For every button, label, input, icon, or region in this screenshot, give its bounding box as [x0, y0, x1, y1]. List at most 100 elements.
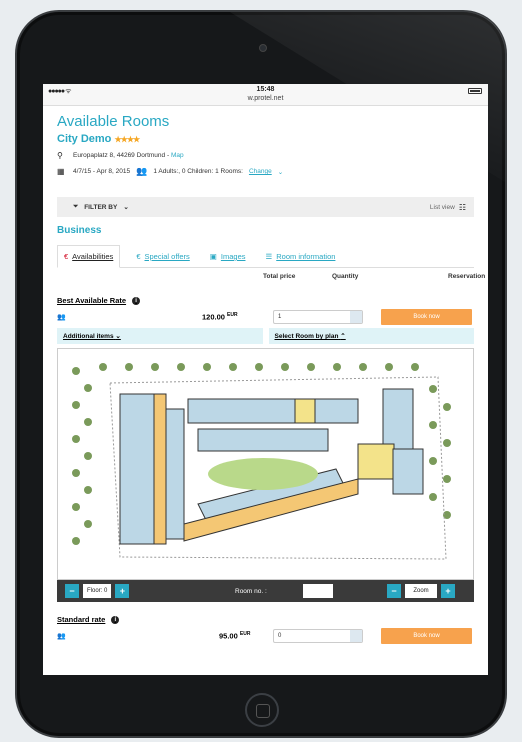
main-content: Available Rooms City Demo ★★★★ ⚲ Europap…	[43, 113, 488, 645]
rate-name: Best Available Rate	[57, 296, 127, 305]
rate-row: 👥 120.00 EUR 1 Book now	[57, 308, 474, 326]
tree-icon	[385, 363, 393, 371]
tab-availabilities[interactable]: € Availabilities	[57, 245, 121, 268]
book-now-button[interactable]: Book now	[381, 628, 472, 644]
book-now-button[interactable]: Book now	[381, 309, 472, 325]
info-icon[interactable]: i	[132, 296, 141, 305]
hotel-name-text: City Demo	[57, 133, 112, 145]
tree-icon	[443, 475, 451, 483]
tree-icon	[203, 363, 211, 371]
tree-icon	[72, 469, 80, 477]
tab-special-offers[interactable]: € Special offers	[132, 252, 193, 267]
star-rating: ★★★★	[114, 135, 140, 144]
screen: ●●●●● ᯤ 15:48 w.protel.net Available Roo…	[43, 84, 488, 675]
tree-icon	[84, 418, 92, 426]
chevron-down-icon: ⌄	[115, 333, 121, 340]
price-value: 120.00	[202, 312, 225, 322]
list-icon: ☰	[265, 252, 273, 261]
tab-label: Room information	[276, 252, 336, 261]
zoom-plus-button[interactable]: +	[441, 584, 455, 598]
page-title: Available Rooms	[57, 113, 170, 130]
tree-icon	[72, 367, 80, 375]
tab-label: Images	[220, 252, 246, 261]
guests-text: 1 Adults:, 0 Children: 1 Rooms:	[153, 168, 243, 175]
additional-label: Additional items	[63, 333, 114, 340]
euro-icon: €	[64, 252, 69, 261]
dates-text: 4/7/15 - Apr 8, 2015	[73, 168, 131, 175]
tree-icon	[72, 435, 80, 443]
tree-icon	[443, 439, 451, 447]
tree-icon	[359, 363, 367, 371]
zoom-minus-button[interactable]: −	[387, 584, 401, 598]
tab-images[interactable]: ▣ Images	[206, 252, 250, 267]
expanders: Additional items ⌄ Select Room by plan ⌃	[57, 328, 474, 344]
dates-row: ▦ 4/7/15 - Apr 8, 2015 👥 1 Adults:, 0 Ch…	[57, 166, 474, 177]
list-icon: ☷	[458, 202, 466, 212]
map-link[interactable]: Map	[171, 152, 184, 159]
list-view-toggle[interactable]: List view ☷	[430, 203, 466, 212]
tabs: € Availabilities € Special offers ▣ Images …	[57, 245, 474, 268]
tab-label: Special offers	[144, 252, 190, 261]
tree-icon	[84, 452, 92, 460]
tree-icon	[151, 363, 159, 371]
address-row: ⚲ Europaplatz 8, 44269 Dortmund - Map	[57, 151, 474, 160]
rate-title: Best Available Rate i	[57, 296, 474, 305]
tree-icon	[99, 363, 107, 371]
chevron-up-icon: ⌃	[340, 333, 346, 340]
tree-icon	[125, 363, 133, 371]
url-bar[interactable]: w.protel.net	[43, 95, 488, 102]
additional-items-toggle[interactable]: Additional items ⌄	[57, 328, 263, 344]
section-title: Business	[57, 225, 102, 236]
filter-bar: ⏷ FILTER BY ⌄ List view ☷	[57, 197, 474, 217]
tree-icon	[72, 503, 80, 511]
tree-icon	[72, 401, 80, 409]
quantity-select[interactable]: 0	[273, 629, 363, 643]
status-time: 15:48	[256, 86, 275, 93]
tree-icon	[255, 363, 263, 371]
tab-room-information[interactable]: ☰ Room information	[262, 252, 340, 267]
home-button[interactable]	[245, 693, 279, 727]
info-icon[interactable]: i	[111, 615, 120, 624]
select-room-label: Select Room by plan	[274, 333, 339, 340]
header-quantity: Quantity	[332, 273, 359, 280]
tree-icon	[411, 363, 419, 371]
zoom-label: Zoom	[405, 584, 437, 598]
guests-icon: 👥	[136, 166, 148, 176]
tree-icon	[84, 486, 92, 494]
floor-plan[interactable]	[57, 348, 474, 580]
zoom-group: − Zoom +	[387, 584, 455, 598]
room-no-label: Room no. :	[235, 587, 267, 595]
floor-value: Floor: 0	[83, 584, 112, 598]
camera-icon: ▣	[209, 252, 217, 261]
euro-icon: €	[136, 252, 141, 261]
hotel-name: City Demo ★★★★	[57, 133, 474, 145]
currency: EUR	[227, 312, 238, 319]
tree-icon	[429, 421, 437, 429]
tree-icon	[84, 520, 92, 528]
filter-by-button[interactable]: ⏷ FILTER BY ⌄	[73, 203, 129, 211]
person-icon: 👥	[57, 633, 66, 640]
tree-icon	[333, 363, 341, 371]
tree-icon	[429, 493, 437, 501]
room-no-input[interactable]	[303, 584, 333, 598]
select-room-toggle[interactable]: Select Room by plan ⌃	[268, 328, 474, 344]
change-link[interactable]: Change	[249, 168, 272, 175]
chevron-down-icon[interactable]: ⌄	[278, 168, 283, 176]
location-pin-icon: ⚲	[57, 151, 63, 160]
quantity-select[interactable]: 1	[273, 310, 363, 324]
camera-icon	[259, 44, 267, 52]
filter-label: FILTER BY	[84, 203, 118, 211]
tree-icon	[281, 363, 289, 371]
tree-icon	[307, 363, 315, 371]
currency: EUR	[239, 631, 251, 638]
chevron-down-icon: ⌄	[123, 204, 129, 211]
battery-icon	[468, 88, 482, 94]
floor-minus-button[interactable]: −	[65, 584, 79, 598]
tree-icon	[177, 363, 185, 371]
list-view-label: List view	[429, 203, 455, 211]
status-bar: ●●●●● ᯤ 15:48 w.protel.net	[43, 84, 488, 106]
floor-plus-button[interactable]: +	[115, 584, 130, 598]
calendar-icon: ▦	[57, 167, 65, 176]
price-value: 95.00	[219, 631, 238, 641]
tab-label: Availabilities	[72, 252, 114, 261]
